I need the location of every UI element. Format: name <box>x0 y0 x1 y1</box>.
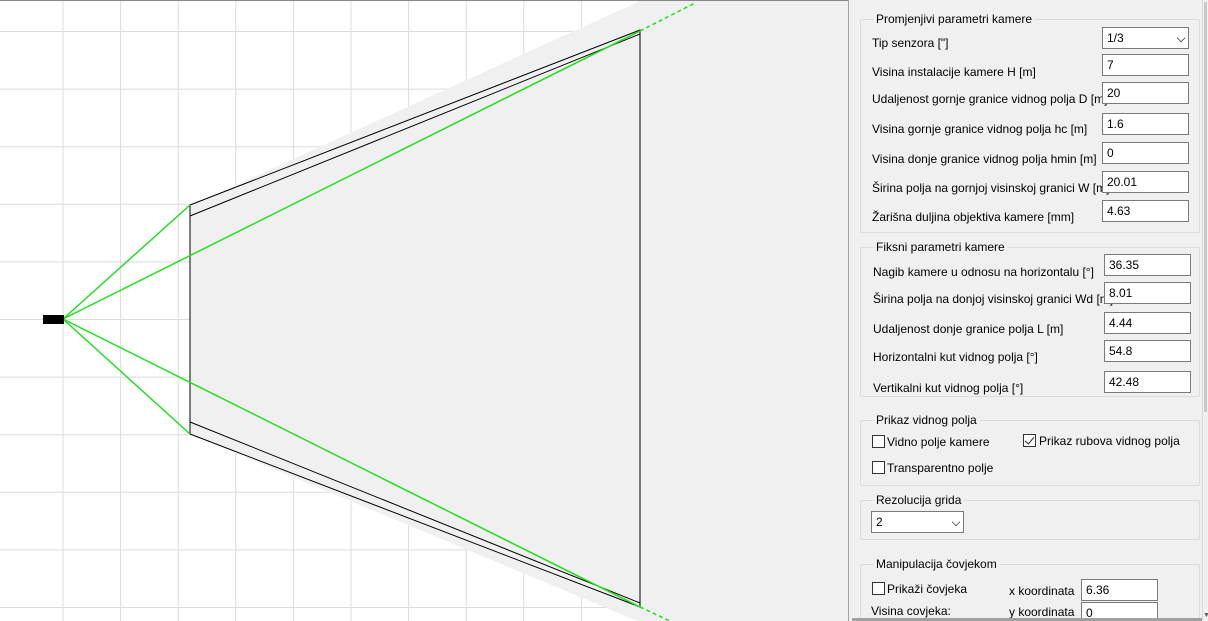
upper-boundary-distance-input[interactable]: 20 <box>1102 82 1189 104</box>
camera-fov-checkbox[interactable] <box>872 435 885 448</box>
lower-boundary-distance-label: Udaljenost donje granice polja L [m] <box>873 322 1064 336</box>
variable-params-title: Promjenjivi parametri kamere <box>873 12 1036 26</box>
focal-length-label: Žarišna duljina objektiva kamere [mm] <box>872 210 1075 224</box>
horizontal-angle-label: Horizontalni kut vidnog polja [°] <box>873 350 1038 364</box>
horizontal-angle-input[interactable]: 54.8 <box>1104 340 1191 362</box>
sensor-type-select[interactable]: 1/3 <box>1102 27 1189 49</box>
show-person-label[interactable]: Prikaži čovjeka <box>887 582 967 596</box>
lower-boundary-distance-input[interactable]: 4.44 <box>1104 312 1191 334</box>
fov-line-lower-outer <box>62 318 191 435</box>
chevron-down-icon <box>951 517 961 527</box>
panel-scrollbar[interactable]: ▼ <box>1202 0 1208 621</box>
lower-field-width-input[interactable]: 8.01 <box>1104 282 1191 304</box>
chevron-down-icon <box>1176 33 1186 43</box>
person-height-label: Visina covjeka: <box>871 604 951 618</box>
camera-marker <box>43 315 64 324</box>
upper-boundary-distance-label: Udaljenost gornje granice vidnog polja D… <box>872 92 1108 106</box>
fixed-params-title: Fiksni parametri kamere <box>873 240 1008 254</box>
install-height-label: Visina instalacije kamere H [m] <box>872 65 1036 79</box>
fov-edges-label[interactable]: Prikaz rubova vidnog polja <box>1039 434 1180 448</box>
sensor-type-value: 1/3 <box>1107 31 1124 45</box>
scrollbar-thumb[interactable] <box>1204 2 1207 412</box>
sensor-type-label: Tip senzora ["] <box>872 36 949 50</box>
fov-edges-checkbox[interactable] <box>1023 434 1036 447</box>
lower-boundary-height-label: Visina donje granice vidnog polja hmin [… <box>872 152 1097 166</box>
upper-field-width-input[interactable]: 20.01 <box>1102 171 1189 193</box>
lower-field-width-label: Širina polja na donjoj visinskoj granici… <box>873 292 1114 306</box>
x-coordinate-label: x koordinata <box>1009 584 1075 598</box>
lower-boundary-height-input[interactable]: 0 <box>1102 142 1189 164</box>
camera-tilt-input[interactable]: 36.35 <box>1104 254 1191 276</box>
camera-fov-label[interactable]: Vidno polje kamere <box>887 435 990 449</box>
grid-resolution-title: Rezolucija grida <box>873 493 965 507</box>
field-of-view-drawing <box>0 1 848 621</box>
install-height-input[interactable]: 7 <box>1102 54 1189 76</box>
upper-boundary-height-input[interactable]: 1.6 <box>1102 113 1189 135</box>
transparent-field-checkbox[interactable] <box>872 461 885 474</box>
x-coordinate-input[interactable]: 6.36 <box>1081 579 1158 601</box>
vertical-angle-input[interactable]: 42.48 <box>1104 371 1191 393</box>
upper-boundary-height-label: Visina gornje granice vidnog polja hc [m… <box>872 122 1088 136</box>
focal-length-input[interactable]: 4.63 <box>1102 200 1189 222</box>
parameters-panel: Promjenjivi parametri kamere Tip senzora… <box>852 0 1202 621</box>
camera-tilt-label: Nagib kamere u odnosu na horizontalu [°] <box>873 265 1094 279</box>
transparent-field-label[interactable]: Transparentno polje <box>887 461 993 475</box>
grid-resolution-select[interactable]: 2 <box>871 511 964 533</box>
vertical-angle-label: Vertikalni kut vidnog polja [°] <box>873 381 1024 395</box>
y-coordinate-label: y koordinata <box>1009 605 1075 619</box>
scroll-down-icon[interactable]: ▼ <box>1203 612 1208 619</box>
person-title: Manipulacija čovjekom <box>873 557 1000 571</box>
display-group: Prikaz vidnog polja <box>860 413 1200 486</box>
field-of-view-canvas[interactable] <box>0 0 848 621</box>
display-title: Prikaz vidnog polja <box>873 413 980 427</box>
grid-resolution-value: 2 <box>876 515 883 529</box>
field-fill <box>190 1 848 621</box>
show-person-checkbox[interactable] <box>872 582 885 595</box>
upper-field-width-label: Širina polja na gornjoj visinskoj granic… <box>872 181 1110 195</box>
